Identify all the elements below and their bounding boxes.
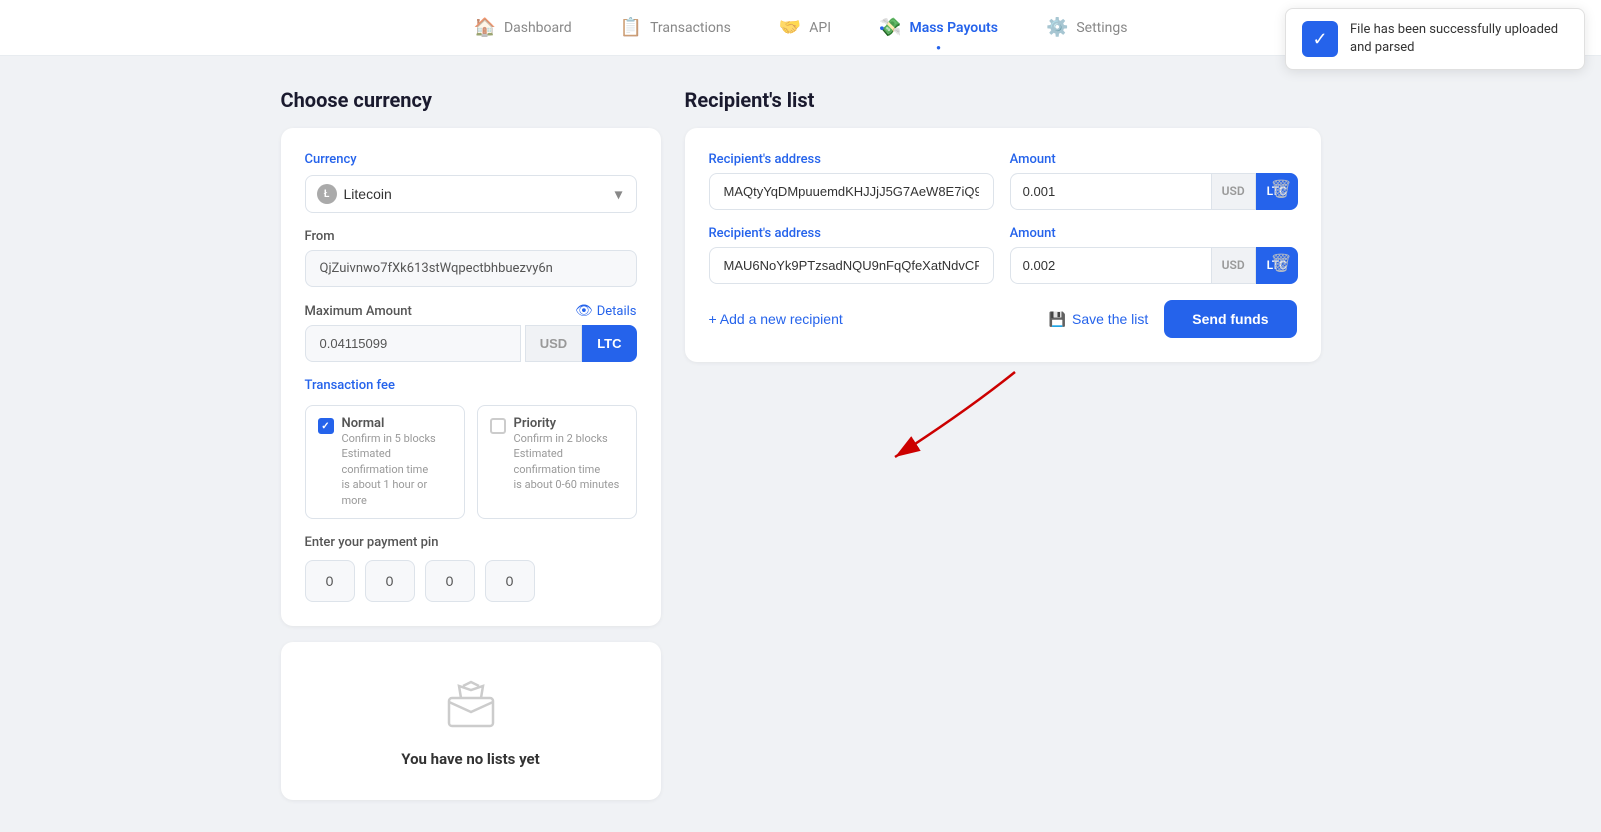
amount-group-1: Amount USD LTC bbox=[1010, 152, 1250, 210]
nav-api[interactable]: 🤝 API bbox=[779, 13, 831, 42]
no-lists-card: You have no lists yet bbox=[281, 642, 661, 800]
address-label-1: Recipient's address bbox=[709, 152, 994, 167]
recipient-row-2: Recipient's address Amount USD LTC 🗑 bbox=[709, 226, 1297, 284]
priority-checkbox[interactable] bbox=[490, 418, 506, 434]
settings-icon: ⚙️ bbox=[1046, 17, 1068, 38]
nav-transactions[interactable]: 📋 Transactions bbox=[620, 13, 731, 42]
address-input-2[interactable] bbox=[709, 247, 994, 284]
usd-tag-1: USD bbox=[1211, 173, 1256, 210]
eye-icon: 👁 bbox=[575, 303, 593, 319]
red-arrow bbox=[845, 362, 1045, 472]
fee-normal[interactable]: ✓ Normal Confirm in 5 blocksEstimated co… bbox=[305, 405, 465, 519]
pin-inputs bbox=[305, 560, 637, 602]
save-list-button[interactable]: 💾 Save the list bbox=[1049, 311, 1149, 328]
recipients-list-title: Recipient's list bbox=[685, 88, 1321, 112]
actions-right: 💾 Save the list Send funds bbox=[1049, 300, 1297, 338]
nav-dashboard[interactable]: 🏠 Dashboard bbox=[474, 13, 572, 42]
currency-label: Currency bbox=[305, 152, 637, 167]
max-amount-input[interactable] bbox=[305, 325, 521, 362]
amount-input-2[interactable] bbox=[1010, 247, 1211, 284]
litecoin-icon: Ł bbox=[317, 184, 337, 204]
ltc-toggle-btn[interactable]: LTC bbox=[582, 325, 636, 362]
main-content: Choose currency Currency Ł Litecoin ▾ Fr… bbox=[201, 56, 1401, 832]
right-panel: Recipient's list Recipient's address Amo… bbox=[685, 88, 1321, 800]
recipients-card: Recipient's address Amount USD LTC 🗑 Rec… bbox=[685, 128, 1321, 362]
api-icon: 🤝 bbox=[779, 17, 801, 38]
normal-title: Normal bbox=[342, 416, 452, 431]
active-dot: ● bbox=[936, 43, 941, 52]
amount-label-2: Amount bbox=[1010, 226, 1250, 241]
choose-currency-title: Choose currency bbox=[281, 88, 661, 112]
address-field-group-1: Recipient's address bbox=[709, 152, 994, 210]
fee-priority[interactable]: Priority Confirm in 2 blocksEstimated co… bbox=[477, 405, 637, 519]
mass-payouts-icon: 💸 bbox=[879, 17, 901, 38]
home-icon: 🏠 bbox=[474, 17, 496, 38]
pin-input-4[interactable] bbox=[485, 560, 535, 602]
details-link[interactable]: 👁 Details bbox=[575, 303, 637, 319]
from-label: From bbox=[305, 229, 637, 244]
add-recipient-button[interactable]: + Add a new recipient bbox=[709, 311, 843, 327]
currency-select[interactable]: Litecoin bbox=[305, 175, 637, 213]
save-icon: 💾 bbox=[1049, 311, 1066, 328]
amount-row-2: USD LTC bbox=[1010, 247, 1250, 284]
nav-mass-payouts[interactable]: 💸 Mass Payouts ● bbox=[879, 13, 998, 42]
amount-group-2: Amount USD LTC bbox=[1010, 226, 1250, 284]
fee-options: ✓ Normal Confirm in 5 blocksEstimated co… bbox=[305, 405, 637, 519]
no-lists-text: You have no lists yet bbox=[401, 750, 539, 768]
toast-check-icon: ✓ bbox=[1302, 21, 1338, 57]
delete-row-2[interactable]: 🗑 bbox=[1266, 243, 1297, 284]
send-funds-button[interactable]: Send funds bbox=[1164, 300, 1296, 338]
pin-input-3[interactable] bbox=[425, 560, 475, 602]
priority-title: Priority bbox=[514, 416, 624, 431]
annotation-area bbox=[685, 362, 1321, 482]
address-input-1[interactable] bbox=[709, 173, 994, 210]
nav-settings[interactable]: ⚙️ Settings bbox=[1046, 13, 1128, 42]
tx-fee-label: Transaction fee bbox=[305, 378, 637, 393]
max-amount-label: Maximum Amount bbox=[305, 304, 412, 319]
pin-input-1[interactable] bbox=[305, 560, 355, 602]
recipient-row-1: Recipient's address Amount USD LTC 🗑 bbox=[709, 152, 1297, 210]
transactions-icon: 📋 bbox=[620, 17, 642, 38]
priority-desc: Confirm in 2 blocksEstimated confirmatio… bbox=[514, 431, 624, 493]
pin-label: Enter your payment pin bbox=[305, 535, 637, 550]
amount-label-1: Amount bbox=[1010, 152, 1250, 167]
from-address: QjZuivnwo7fXk613stWqpectbhbuezvy6n bbox=[305, 250, 637, 287]
normal-desc: Confirm in 5 blocksEstimated confirmatio… bbox=[342, 431, 452, 508]
amount-input-1[interactable] bbox=[1010, 173, 1211, 210]
address-field-group-2: Recipient's address bbox=[709, 226, 994, 284]
toast-notification: ✓ File has been successfully uploaded an… bbox=[1285, 8, 1585, 70]
address-label-2: Recipient's address bbox=[709, 226, 994, 241]
usd-tag-2: USD bbox=[1211, 247, 1256, 284]
left-panel: Choose currency Currency Ł Litecoin ▾ Fr… bbox=[281, 88, 661, 800]
currency-select-wrapper: Ł Litecoin ▾ bbox=[305, 175, 637, 213]
pin-input-2[interactable] bbox=[365, 560, 415, 602]
max-amount-field-wrapper: USD LTC bbox=[305, 325, 637, 362]
amount-row-1: USD LTC bbox=[1010, 173, 1250, 210]
currency-card: Currency Ł Litecoin ▾ From QjZuivnwo7fXk… bbox=[281, 128, 661, 626]
max-amount-row: Maximum Amount 👁 Details bbox=[305, 303, 637, 319]
delete-row-1[interactable]: 🗑 bbox=[1266, 169, 1297, 210]
recipients-actions: + Add a new recipient 💾 Save the list Se… bbox=[709, 300, 1297, 338]
currency-toggle: USD LTC bbox=[525, 325, 637, 362]
usd-toggle-btn[interactable]: USD bbox=[525, 325, 582, 362]
normal-checkbox[interactable]: ✓ bbox=[318, 418, 334, 434]
empty-box-icon bbox=[441, 674, 501, 734]
navigation: 🏠 Dashboard 📋 Transactions 🤝 API 💸 Mass … bbox=[0, 0, 1601, 56]
